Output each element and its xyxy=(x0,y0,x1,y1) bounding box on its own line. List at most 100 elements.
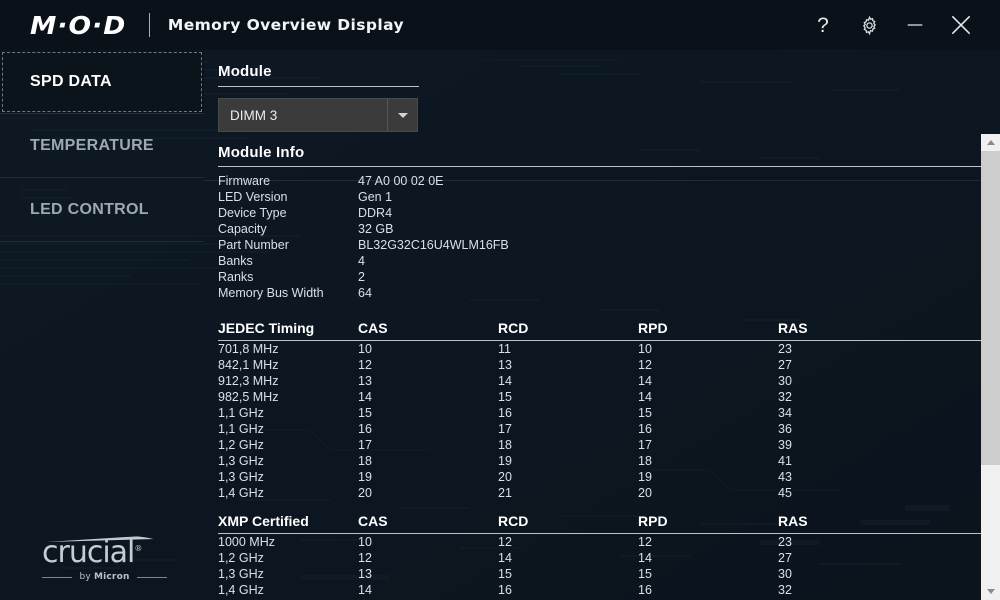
jedec-column-rcd: RCD xyxy=(498,320,529,336)
xmp-certified-section: XMP Certified CAS RCD RPD RAS 1000 MHz 10… xyxy=(218,513,986,600)
module-info-key: LED Version xyxy=(218,190,288,204)
title-bar: M·O·D Memory Overview Display ? xyxy=(0,0,1000,50)
jedec-cell-rpd: 17 xyxy=(638,438,652,452)
module-info-value: BL32G32C16U4WLM16FB xyxy=(358,238,509,252)
module-info-row: LED Version Gen 1 xyxy=(218,189,509,205)
scrollbar-track[interactable] xyxy=(981,151,1000,583)
jedec-cell-ras: 32 xyxy=(778,390,792,404)
jedec-cell-freq: 1,1 GHz xyxy=(218,406,264,420)
module-section-underline xyxy=(218,86,419,87)
brand-area: M·O·D Memory Overview Display xyxy=(30,11,404,40)
module-info-value: 2 xyxy=(358,270,365,284)
brand-separator xyxy=(148,13,150,37)
settings-button[interactable] xyxy=(846,5,892,45)
jedec-cell-rcd: 20 xyxy=(498,470,512,484)
xmp-column-rpd: RPD xyxy=(638,513,668,529)
jedec-cell-rpd: 15 xyxy=(638,406,652,420)
jedec-cell-freq: 1,3 GHz xyxy=(218,470,264,484)
table-row: 1,1 GHz 15 16 15 34 xyxy=(218,405,986,421)
scrollbar-thumb[interactable] xyxy=(981,151,1000,465)
help-button[interactable]: ? xyxy=(800,5,846,45)
app-title: Memory Overview Display xyxy=(167,16,404,34)
module-info-key: Firmware xyxy=(218,174,271,188)
jedec-cell-cas: 14 xyxy=(358,390,372,404)
module-dropdown[interactable]: DIMM 3 xyxy=(218,98,418,132)
module-info-row: Part Number BL32G32C16U4WLM16FB xyxy=(218,237,509,253)
jedec-cell-freq: 982,5 MHz xyxy=(218,390,279,404)
mod-logo: M·O·D xyxy=(30,10,127,40)
jedec-column-ras: RAS xyxy=(778,320,808,336)
xmp-cell-cas: 13 xyxy=(358,567,372,581)
xmp-cell-freq: 1,2 GHz xyxy=(218,551,264,565)
xmp-cell-ras: 23 xyxy=(778,535,792,549)
crucial-logo: crucial® by Micron xyxy=(42,533,167,582)
jedec-cell-freq: 1,1 GHz xyxy=(218,422,264,436)
jedec-cell-rpd: 14 xyxy=(638,390,652,404)
module-dropdown-arrow-box[interactable] xyxy=(387,99,417,131)
content-scrollbar[interactable] xyxy=(981,134,1000,600)
jedec-cell-rpd: 19 xyxy=(638,470,652,484)
jedec-cell-ras: 39 xyxy=(778,438,792,452)
table-row: 1,1 GHz 16 17 16 36 xyxy=(218,421,986,437)
xmp-cell-rcd: 12 xyxy=(498,535,512,549)
xmp-cell-rpd: 14 xyxy=(638,551,652,565)
xmp-cell-rpd: 12 xyxy=(638,535,652,549)
jedec-cell-cas: 18 xyxy=(358,454,372,468)
xmp-column-ras: RAS xyxy=(778,513,808,529)
jedec-cell-ras: 27 xyxy=(778,358,792,372)
xmp-cell-freq: 1,3 GHz xyxy=(218,567,264,581)
table-row: 1,2 GHz 12 14 14 27 xyxy=(218,550,986,566)
module-info-value: Gen 1 xyxy=(358,190,393,204)
close-icon xyxy=(951,15,971,35)
table-row: 1,2 GHz 17 18 17 39 xyxy=(218,437,986,453)
jedec-cell-cas: 19 xyxy=(358,470,372,484)
module-info-label: Module Info xyxy=(218,144,305,161)
module-info-key: Part Number xyxy=(218,238,289,252)
sidebar-item-spd-data[interactable]: SPD DATA xyxy=(0,50,204,114)
main-content-panel: Module DIMM 3 Module Info Firmware 47 A0 … xyxy=(204,50,1000,600)
jedec-cell-rcd: 15 xyxy=(498,390,512,404)
jedec-cell-ras: 41 xyxy=(778,454,792,468)
xmp-cell-cas: 14 xyxy=(358,583,372,597)
module-info-key: Device Type xyxy=(218,206,287,220)
module-info-row: Memory Bus Width 64 xyxy=(218,285,509,301)
xmp-cell-ras: 32 xyxy=(778,583,792,597)
xmp-cell-ras: 30 xyxy=(778,567,792,581)
jedec-cell-rcd: 13 xyxy=(498,358,512,372)
jedec-cell-rpd: 16 xyxy=(638,422,652,436)
xmp-cell-cas: 12 xyxy=(358,551,372,565)
jedec-cell-rcd: 18 xyxy=(498,438,512,452)
module-info-key: Capacity xyxy=(218,222,267,236)
jedec-cell-rpd: 14 xyxy=(638,374,652,388)
scrollbar-up-button[interactable] xyxy=(981,134,1000,151)
table-row: 912,3 MHz 13 14 14 30 xyxy=(218,373,986,389)
crucial-byline: by Micron xyxy=(42,572,167,582)
xmp-cell-freq: 1000 MHz xyxy=(218,535,275,549)
module-selector-section: Module DIMM 3 xyxy=(218,63,423,132)
xmp-title: XMP Certified xyxy=(218,513,309,529)
gear-icon xyxy=(862,15,876,35)
jedec-cell-rpd: 18 xyxy=(638,454,652,468)
close-button[interactable] xyxy=(938,5,984,45)
minimize-button[interactable] xyxy=(892,5,938,45)
jedec-cell-ras: 43 xyxy=(778,470,792,484)
jedec-cell-cas: 13 xyxy=(358,374,372,388)
sidebar-item-temperature[interactable]: TEMPERATURE xyxy=(0,114,204,178)
jedec-cell-freq: 842,1 MHz xyxy=(218,358,279,372)
jedec-cell-rcd: 11 xyxy=(498,342,511,356)
module-info-row: Device Type DDR4 xyxy=(218,205,509,221)
scrollbar-down-button[interactable] xyxy=(981,583,1000,600)
jedec-cell-ras: 34 xyxy=(778,406,792,420)
xmp-cell-cas: 10 xyxy=(358,535,372,549)
question-mark-icon: ? xyxy=(817,13,829,37)
jedec-cell-ras: 36 xyxy=(778,422,792,436)
jedec-cell-freq: 1,4 GHz xyxy=(218,486,264,500)
byline-text: by Micron xyxy=(79,572,129,582)
sidebar-item-led-control[interactable]: LED CONTROL xyxy=(0,178,204,242)
jedec-cell-cas: 12 xyxy=(358,358,372,372)
xmp-cell-rcd: 15 xyxy=(498,567,512,581)
sidebar-item-label: LED CONTROL xyxy=(30,200,149,218)
module-info-value: 47 A0 00 02 0E xyxy=(358,174,444,188)
table-row: 701,8 MHz 10 11 10 23 xyxy=(218,341,986,357)
jedec-rows-container: 701,8 MHz 10 11 10 23 842,1 MHz 12 13 12 27 912,3 … xyxy=(218,341,986,501)
